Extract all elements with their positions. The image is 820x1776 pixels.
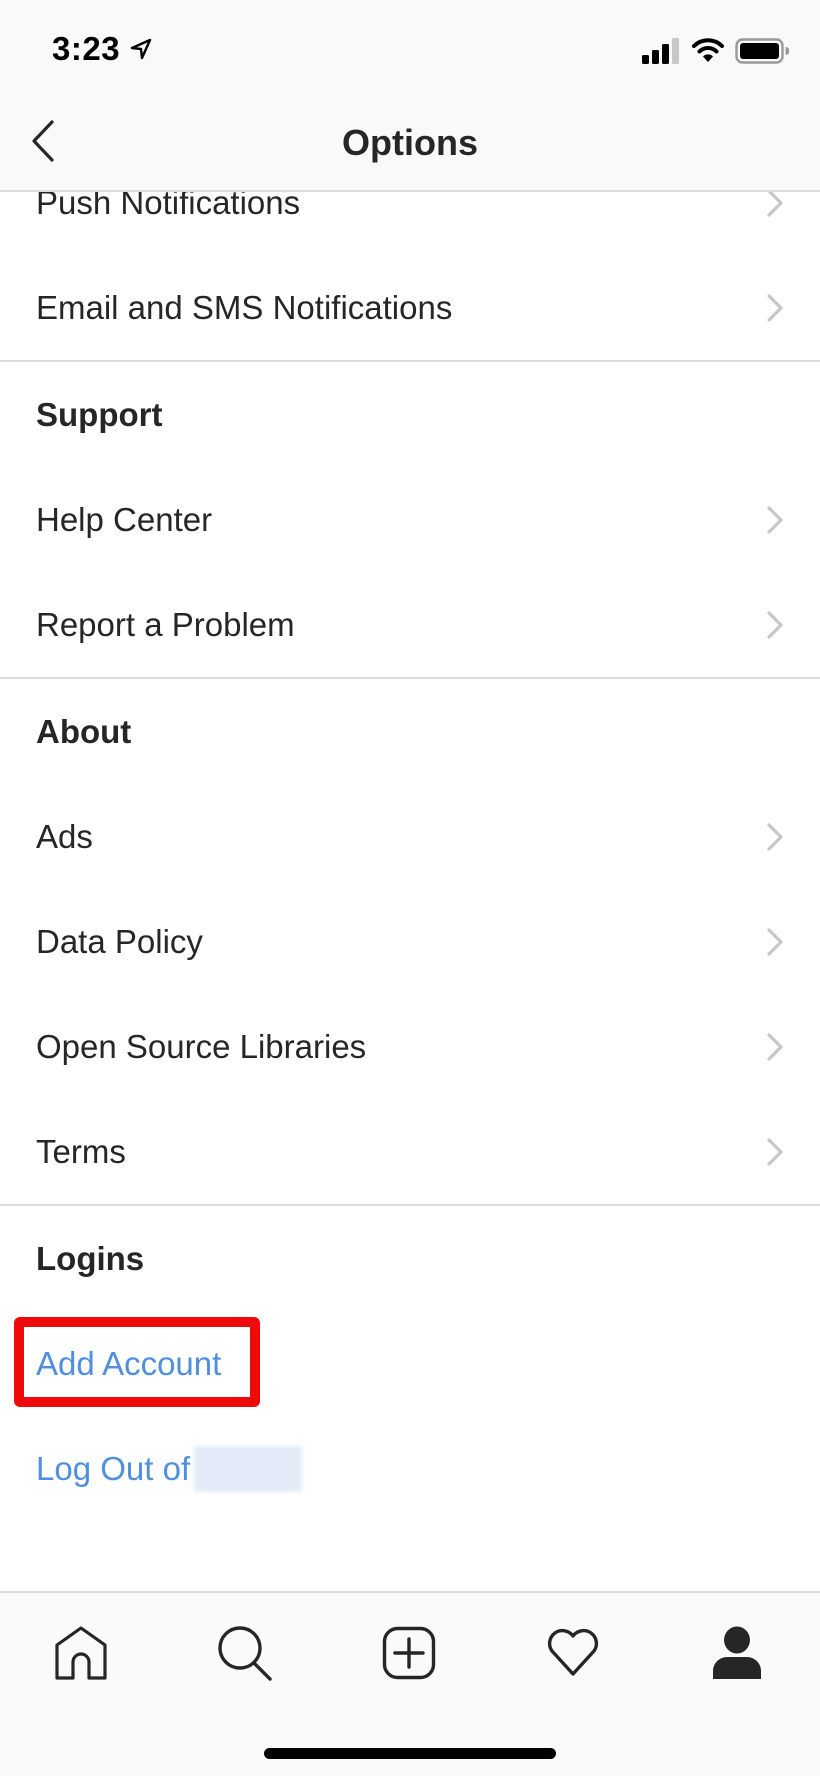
chevron-right-icon: [767, 188, 783, 217]
battery-icon: [735, 38, 789, 64]
list-item-open-source-libraries[interactable]: Open Source Libraries: [0, 994, 820, 1099]
list-item-email-sms-notifications[interactable]: Email and SMS Notifications: [0, 255, 820, 360]
chevron-right-icon: [767, 822, 783, 851]
section-header-label: About: [36, 712, 132, 750]
tab-home[interactable]: [49, 1621, 113, 1685]
profile-icon: [713, 1626, 761, 1679]
log-out-button[interactable]: Log Out of: [0, 1416, 820, 1521]
redacted-username: [194, 1445, 303, 1492]
chevron-right-icon: [767, 1137, 783, 1166]
add-account-button[interactable]: Add Account: [0, 1311, 820, 1416]
tab-new-post[interactable]: [377, 1621, 441, 1685]
log-out-label: Log Out of: [36, 1449, 191, 1487]
plus-square-icon: [382, 1626, 436, 1680]
top-bar: 3:23 Options: [0, 0, 820, 192]
section-header-about: About: [0, 679, 820, 784]
heart-icon: [547, 1628, 599, 1676]
wifi-icon: [692, 38, 724, 62]
tab-bar: [0, 1591, 820, 1776]
status-time: 3:23: [52, 30, 121, 67]
tab-profile[interactable]: [705, 1621, 769, 1685]
tab-activity[interactable]: [541, 1621, 605, 1685]
list-item-label: Email and SMS Notifications: [36, 288, 453, 326]
list-item-label: Ads: [36, 817, 93, 855]
home-icon: [55, 1626, 107, 1680]
chevron-right-icon: [767, 610, 783, 639]
list-item-report-problem[interactable]: Report a Problem: [0, 572, 820, 677]
options-list: Push Notifications Email and SMS Notific…: [0, 150, 820, 1521]
cellular-signal-icon: [642, 38, 679, 64]
chevron-right-icon: [767, 1032, 783, 1061]
list-item-terms[interactable]: Terms: [0, 1099, 820, 1204]
add-account-label: Add Account: [36, 1344, 222, 1382]
chevron-right-icon: [767, 505, 783, 534]
list-item-label: Data Policy: [36, 922, 203, 960]
list-item-label: Open Source Libraries: [36, 1027, 367, 1065]
search-icon: [218, 1626, 272, 1681]
section-header-support: Support: [0, 362, 820, 467]
list-item-label: Terms: [36, 1132, 126, 1170]
section-header-logins: Logins: [0, 1206, 820, 1311]
home-indicator[interactable]: [264, 1748, 556, 1759]
list-item-ads[interactable]: Ads: [0, 784, 820, 889]
location-arrow-icon: [130, 38, 152, 60]
tab-search[interactable]: [213, 1621, 277, 1685]
list-item-help-center[interactable]: Help Center: [0, 467, 820, 572]
page-title: Options: [342, 122, 478, 163]
chevron-right-icon: [767, 927, 783, 956]
chevron-right-icon: [767, 293, 783, 322]
section-header-label: Support: [36, 395, 163, 433]
section-header-label: Logins: [36, 1239, 145, 1277]
list-item-data-policy[interactable]: Data Policy: [0, 889, 820, 994]
list-item-label: Report a Problem: [36, 605, 295, 643]
list-item-label: Help Center: [36, 500, 213, 538]
